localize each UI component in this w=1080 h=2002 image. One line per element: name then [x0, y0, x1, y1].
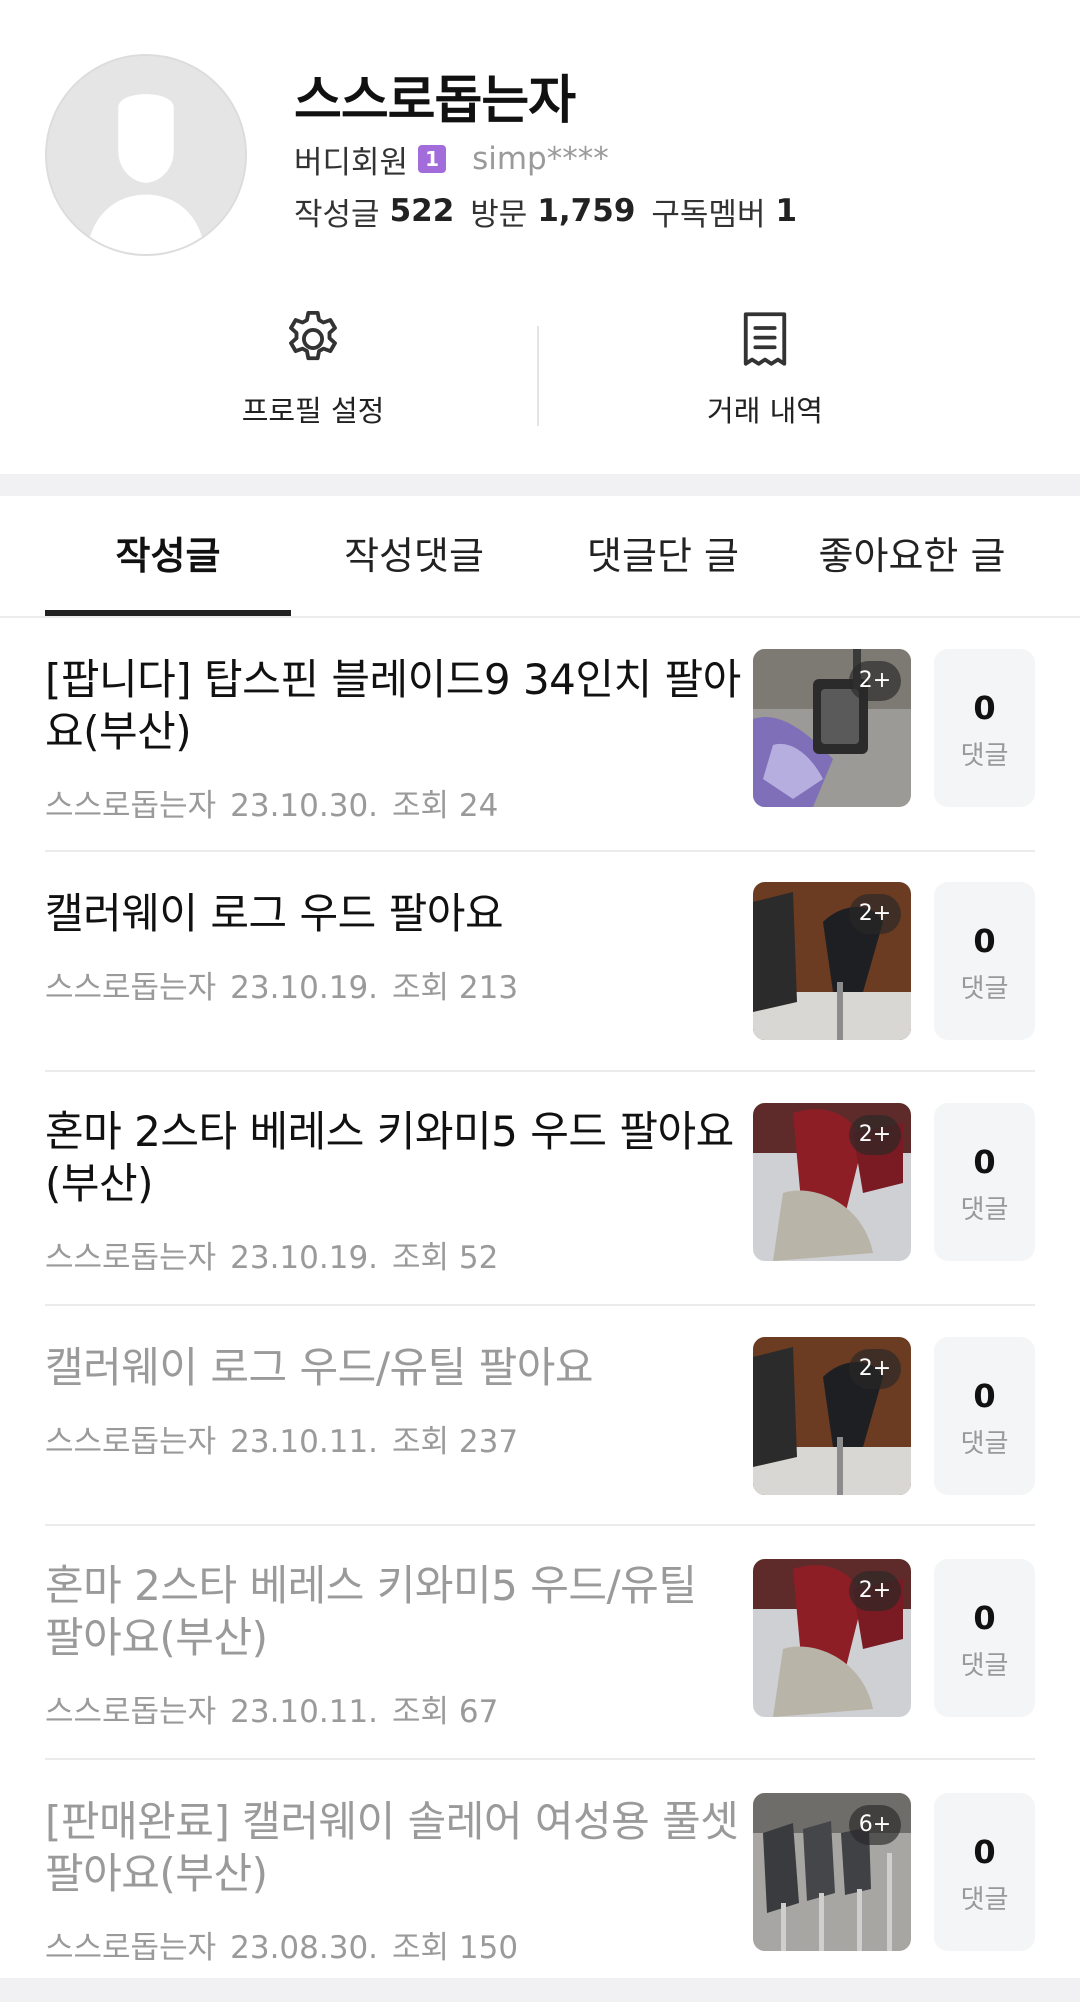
profile-stats: 작성글 522 방문 1,759 구독멤버 1 [294, 190, 813, 233]
post-meta: 스스로돕는자 23.10.11. 조회 237 [45, 1416, 532, 1461]
user-id: simp**** [472, 141, 609, 177]
comment-label: 댓글 [960, 1651, 1009, 1681]
post-author: 스스로돕는자 [45, 970, 217, 1006]
content-tabs: 작성글 작성댓글 댓글단 글 좋아요한 글 [0, 496, 1080, 618]
comment-count-box[interactable]: 0 댓글 [934, 649, 1035, 807]
post-views: 조회 52 [392, 1240, 499, 1276]
comment-label: 댓글 [960, 974, 1009, 1004]
post-title[interactable]: 캘러웨이 로그 우드 팔아요 [45, 888, 745, 940]
post-title[interactable]: [팝니다] 탑스핀 블레이드9 34인치 팔아요(부산) [45, 654, 745, 758]
member-grade: 버디회원 [294, 144, 409, 181]
post-date: 23.10.19. [230, 970, 379, 1006]
gear-icon [280, 306, 346, 372]
post-title[interactable]: 혼마 2스타 베레스 키와미5 우드 팔아요(부산) [45, 1106, 745, 1210]
post-item[interactable]: [팝니다] 탑스핀 블레이드9 34인치 팔아요(부산) 스스로돕는자 23.10… [45, 620, 1035, 852]
post-views: 조회 213 [392, 970, 519, 1006]
grade-row: 버디회원 1 simp**** [294, 138, 609, 181]
comment-count: 0 [973, 1377, 996, 1415]
post-thumbnail[interactable]: 2+ [753, 1103, 911, 1261]
avatar[interactable] [45, 54, 247, 256]
post-views: 조회 237 [392, 1424, 519, 1460]
post-date: 23.10.30. [230, 788, 379, 824]
post-meta: 스스로돕는자 23.08.30. 조회 150 [45, 1922, 532, 1967]
comment-count: 0 [973, 689, 996, 727]
post-author: 스스로돕는자 [45, 1240, 217, 1276]
stat-subscribers-value[interactable]: 1 [775, 193, 797, 229]
image-count-badge: 2+ [849, 1571, 901, 1611]
comment-count: 0 [973, 1143, 996, 1181]
post-item[interactable]: 캘러웨이 로그 우드 팔아요 스스로돕는자 23.10.19. 조회 213 2+ … [45, 852, 1035, 1072]
comment-label: 댓글 [960, 1885, 1009, 1915]
stat-visits-value: 1,759 [537, 193, 636, 229]
bottom-divider [0, 1978, 1080, 2002]
receipt-icon [732, 306, 798, 372]
profile-actions: 프로필 설정 거래 내역 [0, 290, 1080, 440]
tab-my-comments[interactable]: 작성댓글 [291, 496, 537, 616]
tab-liked-posts[interactable]: 좋아요한 글 [789, 496, 1035, 616]
comment-count-box[interactable]: 0 댓글 [934, 1337, 1035, 1495]
stat-visits-label: 방문 [470, 196, 528, 233]
post-item[interactable]: [판매완료] 캘러웨이 솔레어 여성용 풀셋 팔아요(부산) 스스로돕는자 23.… [45, 1760, 1035, 1978]
comment-count-box[interactable]: 0 댓글 [934, 1793, 1035, 1951]
default-avatar-icon [47, 56, 245, 254]
post-item[interactable]: 캘러웨이 로그 우드/유틸 팔아요 스스로돕는자 23.10.11. 조회 237 … [45, 1306, 1035, 1526]
post-title[interactable]: 캘러웨이 로그 우드/유틸 팔아요 [45, 1342, 745, 1394]
post-date: 23.08.30. [230, 1930, 379, 1966]
post-views: 조회 24 [392, 788, 499, 824]
post-views: 조회 67 [392, 1694, 499, 1730]
comment-count-box[interactable]: 0 댓글 [934, 1559, 1035, 1717]
stat-subscribers-label: 구독멤버 [651, 196, 766, 233]
trade-history-label: 거래 내역 [707, 394, 823, 428]
profile-settings-button[interactable]: 프로필 설정 [163, 290, 463, 440]
image-count-badge: 6+ [849, 1805, 901, 1845]
post-meta: 스스로돕는자 23.10.19. 조회 213 [45, 962, 532, 1007]
comment-label: 댓글 [960, 1429, 1009, 1459]
active-tab-indicator [45, 610, 291, 616]
image-count-badge: 2+ [849, 661, 901, 701]
stat-posts-label: 작성글 [294, 196, 380, 233]
image-count-badge: 2+ [849, 894, 901, 934]
post-thumbnail[interactable]: 2+ [753, 882, 911, 1040]
comment-count: 0 [973, 922, 996, 960]
comment-count-box[interactable]: 0 댓글 [934, 882, 1035, 1040]
profile-header: 스스로돕는자 버디회원 1 simp**** 작성글 522 방문 1,759 … [0, 0, 1080, 262]
post-thumbnail[interactable]: 6+ [753, 1793, 911, 1951]
tab-my-posts[interactable]: 작성글 [45, 496, 291, 616]
post-date: 23.10.19. [230, 1240, 379, 1276]
post-views: 조회 150 [392, 1930, 519, 1966]
post-author: 스스로돕는자 [45, 1930, 217, 1966]
post-meta: 스스로돕는자 23.10.30. 조회 24 [45, 780, 512, 825]
post-meta: 스스로돕는자 23.10.19. 조회 52 [45, 1232, 512, 1277]
post-author: 스스로돕는자 [45, 788, 217, 824]
section-divider [0, 474, 1080, 496]
post-thumbnail[interactable]: 2+ [753, 649, 911, 807]
trade-history-button[interactable]: 거래 내역 [615, 290, 915, 440]
action-divider [537, 326, 539, 426]
grade-badge: 1 [418, 145, 447, 173]
image-count-badge: 2+ [849, 1349, 901, 1389]
post-thumbnail[interactable]: 2+ [753, 1559, 911, 1717]
comment-label: 댓글 [960, 1195, 1009, 1225]
post-author: 스스로돕는자 [45, 1424, 217, 1460]
image-count-badge: 2+ [849, 1115, 901, 1155]
post-date: 23.10.11. [230, 1424, 379, 1460]
post-date: 23.10.11. [230, 1694, 379, 1730]
stat-posts-value: 522 [389, 193, 455, 229]
post-thumbnail[interactable]: 2+ [753, 1337, 911, 1495]
comment-count: 0 [973, 1599, 996, 1637]
post-meta: 스스로돕는자 23.10.11. 조회 67 [45, 1686, 512, 1731]
post-item[interactable]: 혼마 2스타 베레스 키와미5 우드/유틸 팔아요(부산) 스스로돕는자 23.1… [45, 1526, 1035, 1760]
profile-nickname: 스스로돕는자 [294, 71, 576, 131]
profile-settings-label: 프로필 설정 [241, 394, 385, 428]
tab-commented-posts[interactable]: 댓글단 글 [537, 496, 789, 616]
comment-label: 댓글 [960, 741, 1009, 771]
post-item[interactable]: 혼마 2스타 베레스 키와미5 우드 팔아요(부산) 스스로돕는자 23.10.1… [45, 1072, 1035, 1306]
comment-count: 0 [973, 1833, 996, 1871]
post-author: 스스로돕는자 [45, 1694, 217, 1730]
post-title[interactable]: 혼마 2스타 베레스 키와미5 우드/유틸 팔아요(부산) [45, 1560, 745, 1664]
comment-count-box[interactable]: 0 댓글 [934, 1103, 1035, 1261]
post-title[interactable]: [판매완료] 캘러웨이 솔레어 여성용 풀셋 팔아요(부산) [45, 1796, 745, 1900]
